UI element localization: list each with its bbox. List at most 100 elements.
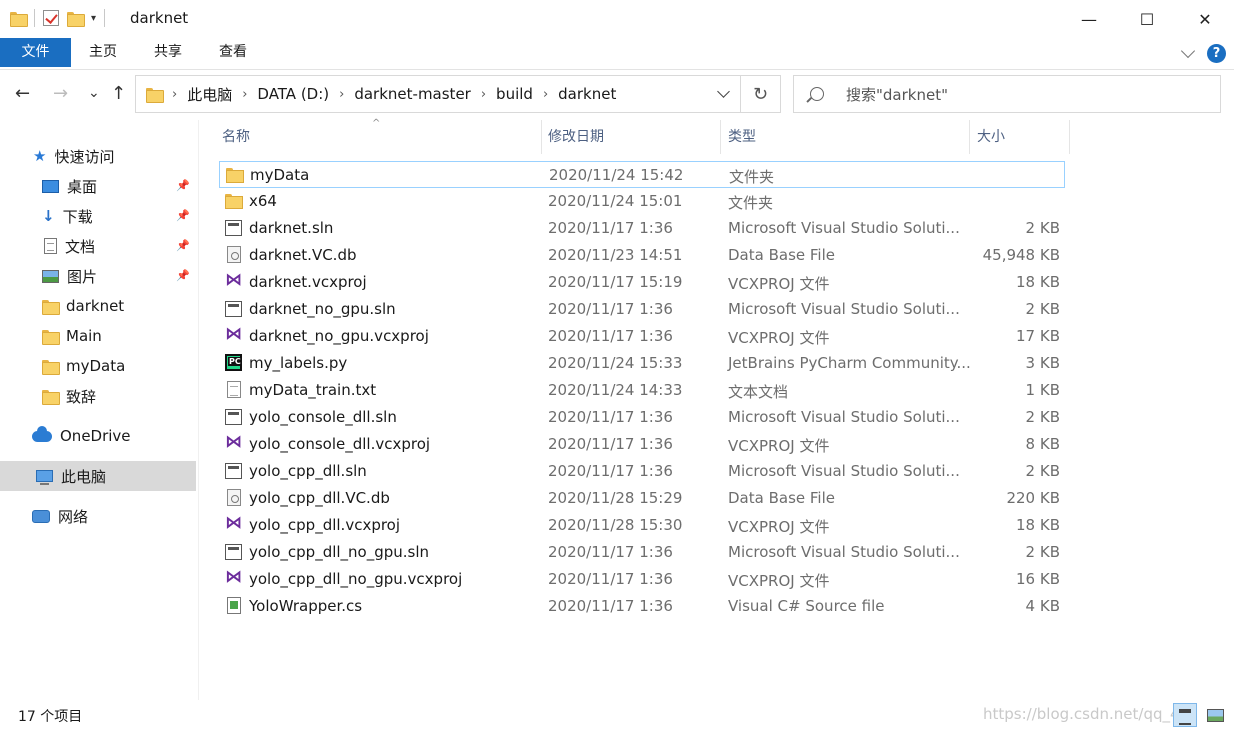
sidebar-item-pictures[interactable]: 图片 📌 (0, 261, 196, 291)
refresh-button[interactable]: ↻ (741, 75, 781, 113)
file-name: darknet_no_gpu.sln (249, 300, 396, 318)
help-icon[interactable]: ? (1207, 44, 1226, 63)
file-row[interactable]: x64 2020/11/24 15:01 文件夹 (219, 188, 1065, 215)
ribbon-tabs: 文件 主页 共享 查看 ? (0, 38, 1234, 70)
column-header-size[interactable]: 大小 (977, 120, 1005, 154)
breadcrumb-darknet[interactable]: darknet (558, 85, 616, 103)
column-divider[interactable] (720, 120, 721, 154)
file-row[interactable]: YoloWrapper.cs 2020/11/17 1:36 Visual C# S… (219, 593, 1065, 620)
sidebar-item-network[interactable]: 网络 (0, 501, 196, 531)
details-view-icon[interactable] (1173, 703, 1197, 727)
file-row[interactable]: yolo_cpp_dll.sln 2020/11/17 1:36 Microsoft… (219, 458, 1065, 485)
close-button[interactable]: ✕ (1176, 0, 1234, 38)
folder-icon (146, 87, 164, 103)
breadcrumb-separator[interactable]: › (242, 87, 247, 102)
search-input[interactable]: 搜索"darknet" (793, 75, 1221, 113)
file-row[interactable]: myData 2020/11/24 15:42 文件夹 (219, 161, 1065, 188)
file-row[interactable]: ⋈ yolo_cpp_dll.vcxproj 2020/11/28 15:30 VCX… (219, 512, 1065, 539)
pin-icon[interactable]: 📌 (176, 179, 190, 192)
item-count: 17 个项目 (18, 709, 83, 725)
pin-icon[interactable]: 📌 (176, 269, 190, 282)
maximize-button[interactable]: ☐ (1118, 0, 1176, 38)
column-header-date[interactable]: 修改日期 (548, 120, 604, 154)
quick-access-toolbar: ▾ (10, 9, 106, 27)
back-icon[interactable]: ← (15, 83, 30, 104)
forward-icon[interactable]: → (53, 83, 68, 104)
column-header-type[interactable]: 类型 (728, 120, 756, 154)
expand-ribbon-icon[interactable] (1180, 43, 1196, 59)
column-header-name[interactable]: 名称 (222, 120, 250, 154)
divider (34, 9, 35, 27)
file-type: JetBrains PyCharm Community... (728, 354, 971, 372)
sidebar-item-label: OneDrive (60, 427, 131, 445)
file-row[interactable]: yolo_console_dll.sln 2020/11/17 1:36 Micro… (219, 404, 1065, 431)
text-file-icon (227, 381, 241, 398)
file-date: 2020/11/23 14:51 (548, 246, 683, 264)
customize-toolbar-icon[interactable]: ▾ (91, 13, 96, 24)
file-row[interactable]: myData_train.txt 2020/11/24 14:33 文本文档 1 KB (219, 377, 1065, 404)
sidebar-item-mydata[interactable]: myData (0, 351, 196, 381)
tab-share[interactable]: 共享 (135, 38, 201, 67)
title-bar: ▾ darknet — ☐ ✕ (0, 0, 1234, 38)
sidebar-item-darknet[interactable]: darknet (0, 291, 196, 321)
file-type: Microsoft Visual Studio Soluti... (728, 300, 960, 318)
sidebar-item-documents[interactable]: 文档 📌 (0, 231, 196, 261)
file-row[interactable]: yolo_cpp_dll.VC.db 2020/11/28 15:29 Data B… (219, 485, 1065, 512)
file-type: 文件夹 (728, 194, 774, 212)
column-divider[interactable] (1069, 120, 1070, 154)
tab-home[interactable]: 主页 (71, 38, 135, 67)
file-size: 2 KB (1025, 543, 1060, 561)
column-divider[interactable] (541, 120, 542, 154)
network-icon (32, 509, 50, 523)
sidebar-item-main[interactable]: Main (0, 321, 196, 351)
address-bar[interactable]: › 此电脑 › DATA (D:) › darknet-master › bui… (135, 75, 741, 113)
file-row[interactable]: ⋈ yolo_console_dll.vcxproj 2020/11/17 1:36… (219, 431, 1065, 458)
column-divider[interactable] (969, 120, 970, 154)
file-row[interactable]: yolo_cpp_dll_no_gpu.sln 2020/11/17 1:36 Mi… (219, 539, 1065, 566)
pin-icon[interactable]: 📌 (176, 209, 190, 222)
sidebar-item-onedrive[interactable]: OneDrive (0, 421, 196, 451)
vcxproj-icon: ⋈ (225, 324, 242, 344)
file-row[interactable]: darknet.VC.db 2020/11/23 14:51 Data Base F… (219, 242, 1065, 269)
file-row[interactable]: darknet.sln 2020/11/17 1:36 Microsoft Visu… (219, 215, 1065, 242)
breadcrumb-separator[interactable]: › (481, 87, 486, 102)
file-row[interactable]: ⋈ darknet.vcxproj 2020/11/17 15:19 VCXPROJ … (219, 269, 1065, 296)
breadcrumb-separator[interactable]: › (172, 87, 177, 102)
file-row[interactable]: darknet_no_gpu.sln 2020/11/17 1:36 Microso… (219, 296, 1065, 323)
recent-locations-icon[interactable]: ⌄ (88, 85, 100, 101)
breadcrumb-data-drive[interactable]: DATA (D:) (257, 85, 329, 103)
watermark: https://blog.csdn.net/qq_4 (983, 705, 1180, 723)
sidebar-item-label: darknet (66, 297, 125, 315)
file-date: 2020/11/17 1:36 (548, 435, 673, 453)
sidebar-item-quick-access[interactable]: ★ 快速访问 (0, 141, 196, 171)
properties-icon[interactable] (43, 10, 59, 26)
tab-file[interactable]: 文件 (0, 38, 71, 67)
file-size: 2 KB (1025, 408, 1060, 426)
file-size: 8 KB (1025, 435, 1060, 453)
file-row[interactable]: ⋈ yolo_cpp_dll_no_gpu.vcxproj 2020/11/17 1… (219, 566, 1065, 593)
file-name: yolo_cpp_dll.VC.db (249, 489, 390, 507)
breadcrumb-darknet-master[interactable]: darknet-master (354, 85, 471, 103)
breadcrumb-this-pc[interactable]: 此电脑 (187, 84, 232, 105)
pane-divider[interactable] (198, 120, 199, 700)
window-title: darknet (130, 9, 189, 27)
file-type: VCXPROJ 文件 (728, 329, 830, 347)
sidebar-item-downloads[interactable]: ↓ 下载 📌 (0, 201, 196, 231)
breadcrumb-separator[interactable]: › (339, 87, 344, 102)
minimize-button[interactable]: — (1060, 0, 1118, 38)
pin-icon[interactable]: 📌 (176, 239, 190, 252)
sidebar-item-this-pc[interactable]: 此电脑 (0, 461, 196, 491)
address-history-icon[interactable] (717, 85, 730, 98)
file-row[interactable]: ⋈ darknet_no_gpu.vcxproj 2020/11/17 1:36 VC… (219, 323, 1065, 350)
file-name: yolo_cpp_dll.sln (249, 462, 367, 480)
sidebar-item-zhici[interactable]: 致辞 (0, 381, 196, 411)
file-row[interactable]: my_labels.py 2020/11/24 15:33 JetBrains Py… (219, 350, 1065, 377)
breadcrumb-separator[interactable]: › (543, 87, 548, 102)
up-icon[interactable]: ↑ (111, 83, 126, 104)
sidebar-item-desktop[interactable]: 桌面 📌 (0, 171, 196, 201)
breadcrumb-build[interactable]: build (496, 85, 533, 103)
file-type: VCXPROJ 文件 (728, 572, 830, 590)
new-folder-icon[interactable] (67, 11, 85, 27)
large-icons-view-icon[interactable] (1203, 703, 1227, 727)
tab-view[interactable]: 查看 (201, 38, 265, 67)
